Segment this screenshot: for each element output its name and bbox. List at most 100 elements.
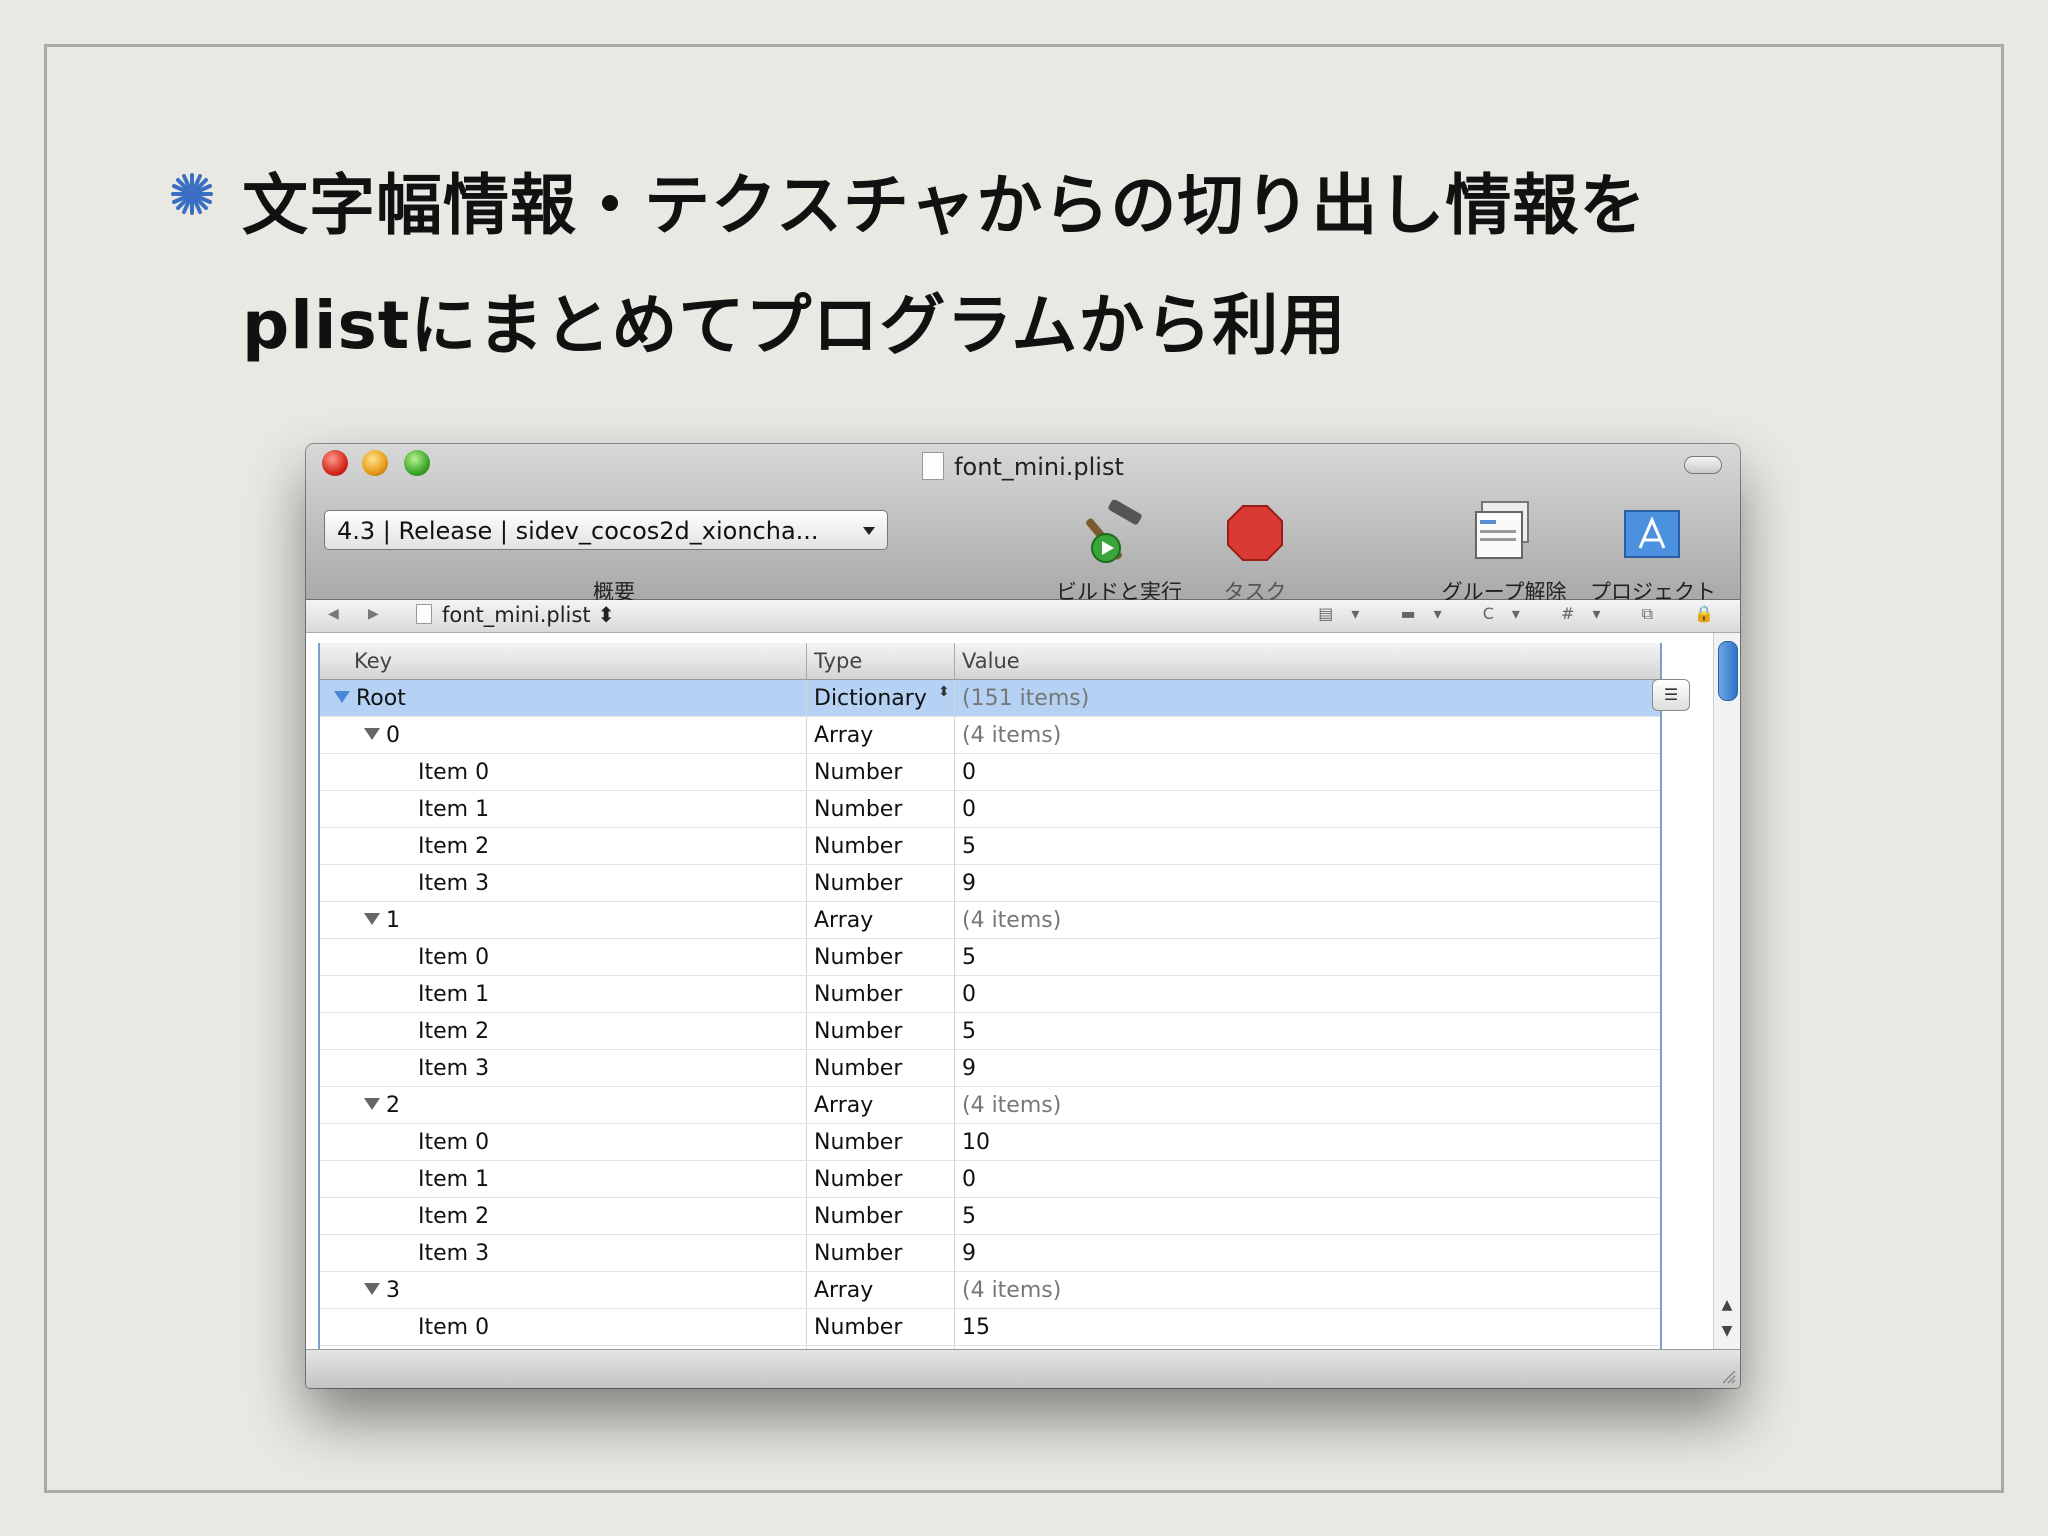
key-cell: Root [334,686,406,711]
ungroup-icon[interactable] [1472,500,1532,562]
value-cell[interactable]: 9 [962,1056,976,1081]
key-text: Item 2 [418,834,490,859]
document-icon [416,604,432,624]
disclosure-triangle-icon[interactable] [334,691,350,703]
table-row[interactable]: 2 Array (4 items) [320,1087,1660,1124]
value-cell[interactable]: 9 [962,1241,976,1266]
table-row[interactable]: Item 2 Number 5 [320,828,1660,865]
table-row[interactable]: Item 1 Number 0 [320,791,1660,828]
value-cell[interactable]: 5 [962,834,976,859]
table-row[interactable]: Item 2 Number 5 [320,1013,1660,1050]
key-text: Item 1 [418,1167,490,1192]
path-bar-tools[interactable]: ▤▾ ▬▾ C▾ #▾ ⧉ 🔒 [1318,604,1732,624]
back-arrow-icon[interactable]: ◀ [328,606,339,622]
type-cell[interactable]: Number [814,1204,902,1229]
key-text: Item 1 [418,982,490,1007]
type-cell[interactable]: Number [814,834,902,859]
key-cell: Item 3 [418,1241,489,1266]
table-row[interactable]: Root Dictionary ⬍ (151 items) [320,680,1660,717]
disclosure-triangle-icon[interactable] [364,728,380,740]
type-cell[interactable]: Dictionary [814,686,927,711]
value-cell[interactable]: 0 [962,1167,976,1192]
table-row[interactable]: Item 3 Number 9 [320,865,1660,902]
plist-table: Key Type Value Root Dictionary ⬍ (151 items… [318,643,1662,1349]
table-row[interactable]: Item 2 Number 5 [320,1198,1660,1235]
value-cell[interactable]: (4 items) [962,723,1061,748]
type-cell[interactable]: Number [814,797,902,822]
type-cell[interactable]: Number [814,1167,902,1192]
column-header-key[interactable]: Key [354,649,392,673]
toolbar-toggle-button[interactable] [1684,456,1722,474]
column-header-type[interactable]: Type [814,649,862,673]
type-stepper-icon[interactable]: ⬍ [938,684,950,700]
key-text: Item 3 [418,1241,490,1266]
value-cell[interactable]: 0 [962,760,976,785]
table-row[interactable]: Item 0 Number 0 [320,754,1660,791]
path-file-popup[interactable]: font_mini.plist ⬍ [416,603,615,627]
value-cell[interactable]: 10 [962,1130,990,1155]
table-body: Root Dictionary ⬍ (151 items) 0 Array (4 items… [320,680,1660,1349]
value-cell[interactable]: 5 [962,945,976,970]
table-row[interactable]: 1 Array (4 items) [320,902,1660,939]
type-cell[interactable]: Number [814,1130,902,1155]
type-cell[interactable]: Number [814,871,902,896]
stop-tasks-icon[interactable] [1226,504,1284,562]
vertical-scrollbar[interactable]: ▲ ▼ [1713,633,1740,1349]
forward-arrow-icon[interactable]: ▶ [368,606,379,622]
type-cell[interactable]: Array [814,1093,873,1118]
scroll-up-arrow-icon[interactable]: ▲ [1714,1297,1740,1313]
key-text: Root [356,686,406,711]
key-cell: 2 [364,1093,400,1118]
slide-text-line-2: plistにまとめてプログラムから利用 [242,287,1347,364]
value-cell[interactable]: (4 items) [962,1093,1061,1118]
key-text: Item 0 [418,1315,490,1340]
table-row[interactable]: Item 1 Number 0 [320,1161,1660,1198]
key-cell: Item 0 [418,760,489,785]
value-cell[interactable]: 9 [962,871,976,896]
type-cell[interactable]: Number [814,982,902,1007]
column-header-value[interactable]: Value [962,649,1020,673]
key-cell: 0 [364,723,400,748]
value-cell[interactable]: 0 [962,797,976,822]
window-title-bar: font_mini.plist [306,452,1740,481]
key-cell: 3 [364,1278,400,1303]
table-row[interactable]: Item 0 Number 5 [320,939,1660,976]
resize-grip-icon[interactable] [1718,1366,1736,1384]
key-text: Item 3 [418,1056,490,1081]
project-app-icon[interactable] [1624,510,1680,558]
row-action-button[interactable]: ☰ [1652,679,1690,711]
table-row[interactable]: Item 0 Number 15 [320,1309,1660,1346]
table-row[interactable]: Item 3 Number 9 [320,1235,1660,1272]
table-row[interactable]: Item 1 Number 0 [320,976,1660,1013]
table-row[interactable]: Item 3 Number 9 [320,1050,1660,1087]
hammer-build-icon[interactable] [1078,500,1154,568]
table-row[interactable]: Item 0 Number 10 [320,1124,1660,1161]
key-text: Item 0 [418,760,490,785]
type-cell[interactable]: Array [814,723,873,748]
table-row[interactable]: 3 Array (4 items) [320,1272,1660,1309]
type-cell[interactable]: Array [814,1278,873,1303]
scroll-down-arrow-icon[interactable]: ▼ [1714,1323,1740,1339]
value-cell[interactable]: 5 [962,1019,976,1044]
overview-popup-button[interactable]: 4.3 | Release | sidev_cocos2d_xioncha... [324,510,888,550]
type-cell[interactable]: Number [814,1241,902,1266]
value-cell[interactable]: (151 items) [962,686,1089,711]
value-cell[interactable]: 0 [962,982,976,1007]
value-cell[interactable]: 15 [962,1315,990,1340]
disclosure-triangle-icon[interactable] [364,1098,380,1110]
disclosure-triangle-icon[interactable] [364,913,380,925]
key-cell: Item 1 [418,982,489,1007]
scroll-thumb[interactable] [1718,641,1738,701]
value-cell[interactable]: (4 items) [962,1278,1061,1303]
disclosure-triangle-icon[interactable] [364,1283,380,1295]
key-cell: Item 2 [418,834,489,859]
value-cell[interactable]: (4 items) [962,908,1061,933]
type-cell[interactable]: Number [814,760,902,785]
type-cell[interactable]: Number [814,1019,902,1044]
value-cell[interactable]: 5 [962,1204,976,1229]
type-cell[interactable]: Number [814,1056,902,1081]
type-cell[interactable]: Array [814,908,873,933]
type-cell[interactable]: Number [814,1315,902,1340]
type-cell[interactable]: Number [814,945,902,970]
table-row[interactable]: 0 Array (4 items) [320,717,1660,754]
